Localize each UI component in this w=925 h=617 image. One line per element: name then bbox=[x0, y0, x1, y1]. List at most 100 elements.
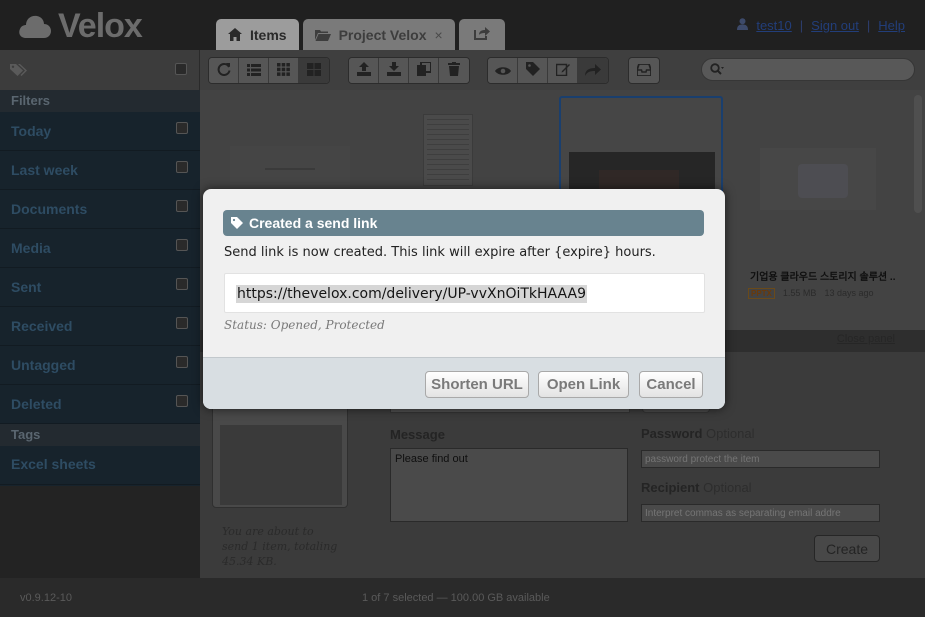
sidebar-item-last-week[interactable]: Last week bbox=[0, 151, 200, 190]
sidebar-item-label: Documents bbox=[11, 201, 88, 217]
sidebar-item-documents[interactable]: Documents bbox=[0, 190, 200, 229]
close-icon[interactable]: × bbox=[435, 27, 443, 43]
sidebar-item-today[interactable]: Today bbox=[0, 112, 200, 151]
tab-items-label: Items bbox=[250, 26, 287, 43]
dialog-message: Send link is now created. This link will… bbox=[224, 245, 656, 260]
select-all-checkbox[interactable] bbox=[175, 63, 187, 75]
tab-bar: Items Project Velox × bbox=[216, 19, 505, 50]
edit-button[interactable] bbox=[548, 58, 578, 83]
trash-icon bbox=[448, 61, 460, 80]
message-textarea[interactable]: Please find out bbox=[390, 448, 628, 522]
sidebar-item-untagged[interactable]: Untagged bbox=[0, 346, 200, 385]
thumbnail-table-lines bbox=[427, 119, 469, 181]
inbox-icon bbox=[636, 61, 652, 80]
filter-checkbox[interactable] bbox=[176, 200, 188, 212]
tab-project-velox[interactable]: Project Velox × bbox=[302, 19, 455, 50]
copy-button[interactable] bbox=[409, 58, 439, 83]
tab-items[interactable]: Items bbox=[216, 19, 299, 50]
file-thumbnail bbox=[760, 148, 876, 210]
copy-icon bbox=[416, 61, 432, 80]
file-name: 기업용 클라우드 스토리지 솔루션 .. bbox=[750, 272, 896, 283]
file-controls bbox=[348, 57, 470, 84]
grid-view-button[interactable] bbox=[269, 58, 299, 83]
eye-icon bbox=[494, 61, 511, 80]
inbox-button[interactable] bbox=[629, 58, 659, 83]
shorten-url-button[interactable]: Shorten URL bbox=[425, 371, 529, 398]
thumbnail-text-line bbox=[265, 168, 315, 170]
file-thumbnail bbox=[569, 152, 715, 192]
password-label-text: Password bbox=[641, 426, 703, 441]
grid-icon bbox=[277, 61, 290, 80]
sidebar-item-label: Today bbox=[11, 123, 52, 139]
top-bar: Velox Items Project Velox × test10 | Sig bbox=[0, 0, 925, 50]
filter-checkbox[interactable] bbox=[176, 239, 188, 251]
tab-project-velox-label: Project Velox bbox=[338, 26, 427, 43]
separator: | bbox=[866, 18, 871, 33]
share-arrow-icon bbox=[585, 61, 601, 80]
tab-share[interactable] bbox=[458, 19, 505, 50]
sidebar-item-excel-sheets[interactable]: Excel sheets bbox=[0, 446, 200, 485]
username-link[interactable]: test10 bbox=[756, 18, 791, 33]
filter-checkbox[interactable] bbox=[176, 122, 188, 134]
recipient-label: Recipient Optional bbox=[641, 480, 752, 495]
sidebar-item-label: Excel sheets bbox=[11, 456, 96, 472]
refresh-button[interactable] bbox=[209, 58, 239, 83]
tags-heading: Tags bbox=[0, 424, 200, 446]
delete-button[interactable] bbox=[439, 58, 469, 83]
password-field[interactable] bbox=[641, 450, 880, 468]
refresh-icon bbox=[217, 61, 231, 80]
upload-button[interactable] bbox=[349, 58, 379, 83]
grid-scrollbar[interactable] bbox=[914, 95, 922, 213]
filter-checkbox[interactable] bbox=[176, 395, 188, 407]
help-link[interactable]: Help bbox=[878, 18, 905, 33]
filter-checkbox[interactable] bbox=[176, 317, 188, 329]
sidebar-item-sent[interactable]: Sent bbox=[0, 268, 200, 307]
filter-checkbox[interactable] bbox=[176, 356, 188, 368]
sidebar-item-label: Deleted bbox=[11, 396, 62, 412]
optional-label: Optional bbox=[703, 480, 752, 495]
large-view-button[interactable] bbox=[299, 58, 329, 83]
sidebar-item-deleted[interactable]: Deleted bbox=[0, 385, 200, 424]
download-button[interactable] bbox=[379, 58, 409, 83]
send-link-dialog: Created a send link Send link is now cre… bbox=[203, 189, 725, 409]
file-age: 13 days ago bbox=[824, 288, 874, 298]
folder-open-icon bbox=[314, 29, 331, 41]
sidebar-item-label: Media bbox=[11, 240, 51, 256]
sidebar-item-label: Last week bbox=[11, 162, 78, 178]
view-controls bbox=[208, 57, 330, 84]
dialog-header: Created a send link bbox=[223, 210, 704, 236]
sidebar-header bbox=[0, 50, 200, 90]
sign-out-link[interactable]: Sign out bbox=[811, 18, 859, 33]
open-link-button[interactable]: Open Link bbox=[538, 371, 629, 398]
tags-icon bbox=[10, 62, 28, 81]
filter-checkbox[interactable] bbox=[176, 161, 188, 173]
search-input[interactable] bbox=[728, 63, 898, 76]
user-links: test10 | Sign out | Help bbox=[737, 18, 905, 33]
app-name: Velox bbox=[58, 6, 143, 45]
toolbar bbox=[0, 50, 925, 90]
recipient-field[interactable] bbox=[641, 504, 880, 522]
tag-icon bbox=[525, 61, 540, 80]
app-logo[interactable]: Velox bbox=[18, 6, 143, 46]
close-panel-link[interactable]: Close panel bbox=[837, 333, 895, 345]
sidebar-footer bbox=[0, 486, 200, 578]
send-link-url[interactable]: https://thevelox.com/delivery/UP-vvXnOiT… bbox=[236, 285, 587, 303]
search-box[interactable] bbox=[701, 58, 915, 81]
sidebar-item-media[interactable]: Media bbox=[0, 229, 200, 268]
filter-checkbox[interactable] bbox=[176, 278, 188, 290]
list-icon bbox=[246, 61, 261, 80]
dialog-footer: Shorten URL Open Link Cancel bbox=[203, 357, 725, 409]
cancel-button[interactable]: Cancel bbox=[639, 371, 703, 398]
list-view-button[interactable] bbox=[239, 58, 269, 83]
version-label: v0.9.12-10 bbox=[20, 592, 72, 604]
send-button[interactable] bbox=[578, 58, 608, 83]
preview-button[interactable] bbox=[488, 58, 518, 83]
tag-button[interactable] bbox=[518, 58, 548, 83]
optional-label: Optional bbox=[706, 426, 755, 441]
file-card[interactable]: 기업용 클라우드 스토리지 솔루션 .. PPTX 1.55 MB 13 day… bbox=[738, 96, 902, 299]
link-status: Status: Opened, Protected bbox=[224, 318, 385, 332]
create-button[interactable]: Create bbox=[814, 535, 880, 562]
user-icon bbox=[737, 18, 749, 33]
sidebar-item-received[interactable]: Received bbox=[0, 307, 200, 346]
send-link-field[interactable]: https://thevelox.com/delivery/UP-vvXnOiT… bbox=[224, 273, 705, 313]
